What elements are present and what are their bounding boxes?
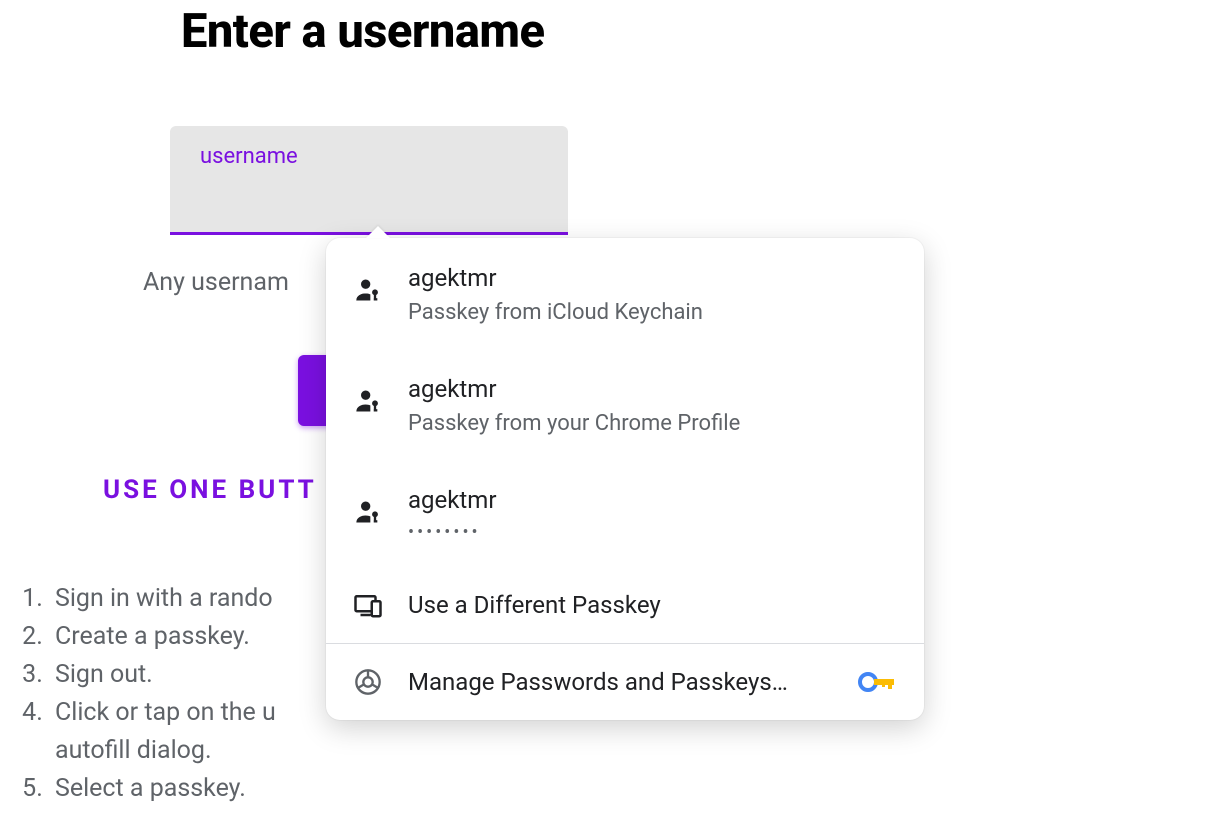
password-option[interactable]: agektmr •••••••• bbox=[326, 460, 924, 567]
person-key-icon bbox=[352, 496, 384, 528]
username-input[interactable] bbox=[200, 174, 540, 214]
list-item: Create a passkey. bbox=[49, 618, 276, 656]
popup-caret bbox=[366, 226, 390, 238]
manage-label: Manage Passwords and Passkeys… bbox=[408, 668, 858, 696]
passkey-source: Passkey from iCloud Keychain bbox=[408, 300, 703, 325]
page-title: Enter a username bbox=[181, 4, 544, 59]
passkey-username: agektmr bbox=[408, 375, 740, 403]
password-masked: •••••••• bbox=[408, 522, 496, 543]
list-item: Sign out. bbox=[49, 656, 276, 694]
devices-icon bbox=[352, 589, 384, 621]
passkey-source: Passkey from your Chrome Profile bbox=[408, 411, 740, 436]
instruction-list: Sign in with a rando Create a passkey. S… bbox=[5, 580, 276, 808]
passkey-option-icloud[interactable]: agektmr Passkey from iCloud Keychain bbox=[326, 238, 924, 349]
use-different-label: Use a Different Passkey bbox=[408, 591, 661, 619]
manage-passwords[interactable]: Manage Passwords and Passkeys… bbox=[326, 644, 924, 720]
passkey-username: agektmr bbox=[408, 264, 703, 292]
key-colored-icon bbox=[858, 670, 898, 694]
one-button-link[interactable]: USE ONE BUTT bbox=[103, 475, 317, 505]
username-field[interactable]: username bbox=[170, 126, 568, 235]
passkey-option-chrome[interactable]: agektmr Passkey from your Chrome Profile bbox=[326, 349, 924, 460]
list-item: Sign in with a rando bbox=[49, 580, 276, 618]
person-key-icon bbox=[352, 385, 384, 417]
helper-text: Any usernam bbox=[143, 268, 289, 297]
password-username: agektmr bbox=[408, 486, 496, 514]
autofill-popup: agektmr Passkey from iCloud Keychain age… bbox=[326, 238, 924, 720]
list-item: Click or tap on the uautofill dialog. bbox=[49, 694, 276, 770]
list-item: Select a passkey. bbox=[49, 770, 276, 808]
person-key-icon bbox=[352, 274, 384, 306]
chrome-icon bbox=[352, 666, 384, 698]
use-different-passkey[interactable]: Use a Different Passkey bbox=[326, 567, 924, 643]
username-label: username bbox=[200, 144, 298, 169]
